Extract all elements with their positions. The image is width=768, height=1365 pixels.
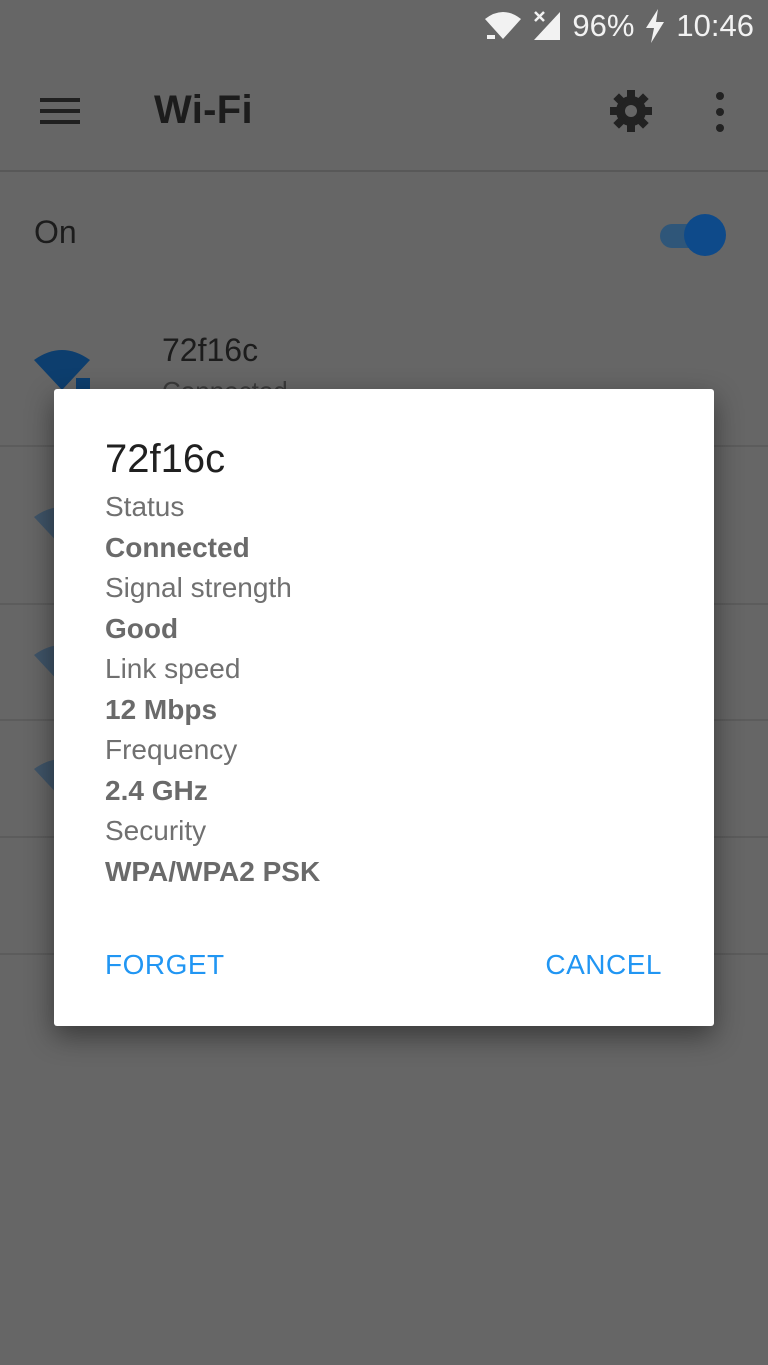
wifi-icon bbox=[484, 11, 522, 41]
signal-strength-value: Good bbox=[105, 612, 179, 644]
toggle-thumb bbox=[684, 214, 726, 256]
security-value: WPA/WPA2 PSK bbox=[105, 855, 321, 887]
network-details-list: Status Connected Signal strength Good Li… bbox=[105, 489, 320, 894]
no-signal-icon bbox=[532, 10, 562, 42]
status-icons: 96% 10:46 bbox=[484, 8, 754, 44]
battery-percent: 96% bbox=[572, 8, 635, 43]
app-bar: Wi-Fi bbox=[0, 52, 768, 170]
wifi-toggle-label: On bbox=[34, 214, 77, 250]
signal-strength-label: Signal strength bbox=[105, 572, 292, 603]
overflow-menu-icon[interactable] bbox=[704, 88, 736, 136]
gear-icon[interactable] bbox=[606, 86, 656, 136]
status-value: Connected bbox=[105, 531, 250, 563]
page-title: Wi-Fi bbox=[154, 88, 253, 132]
charging-icon bbox=[644, 9, 666, 43]
forget-button[interactable]: FORGET bbox=[105, 949, 225, 981]
cancel-button[interactable]: CANCEL bbox=[545, 949, 662, 981]
frequency-value: 2.4 GHz bbox=[105, 774, 208, 806]
hamburger-menu-icon[interactable] bbox=[38, 94, 82, 128]
frequency-label: Frequency bbox=[105, 734, 238, 765]
wifi-toggle-row[interactable]: On bbox=[0, 172, 768, 290]
security-label: Security bbox=[105, 815, 207, 846]
status-bar: 96% 10:46 bbox=[0, 0, 768, 52]
wifi-toggle-switch[interactable] bbox=[656, 214, 728, 258]
link-speed-label: Link speed bbox=[105, 653, 241, 684]
network-ssid: 72f16c bbox=[162, 332, 259, 368]
clock: 10:46 bbox=[676, 8, 754, 43]
dialog-title: 72f16c bbox=[105, 437, 226, 481]
link-speed-value: 12 Mbps bbox=[105, 693, 218, 725]
status-label: Status bbox=[105, 491, 185, 522]
network-details-dialog: 72f16c Status Connected Signal strength … bbox=[54, 389, 714, 1026]
wifi-lock-icon bbox=[32, 348, 94, 394]
